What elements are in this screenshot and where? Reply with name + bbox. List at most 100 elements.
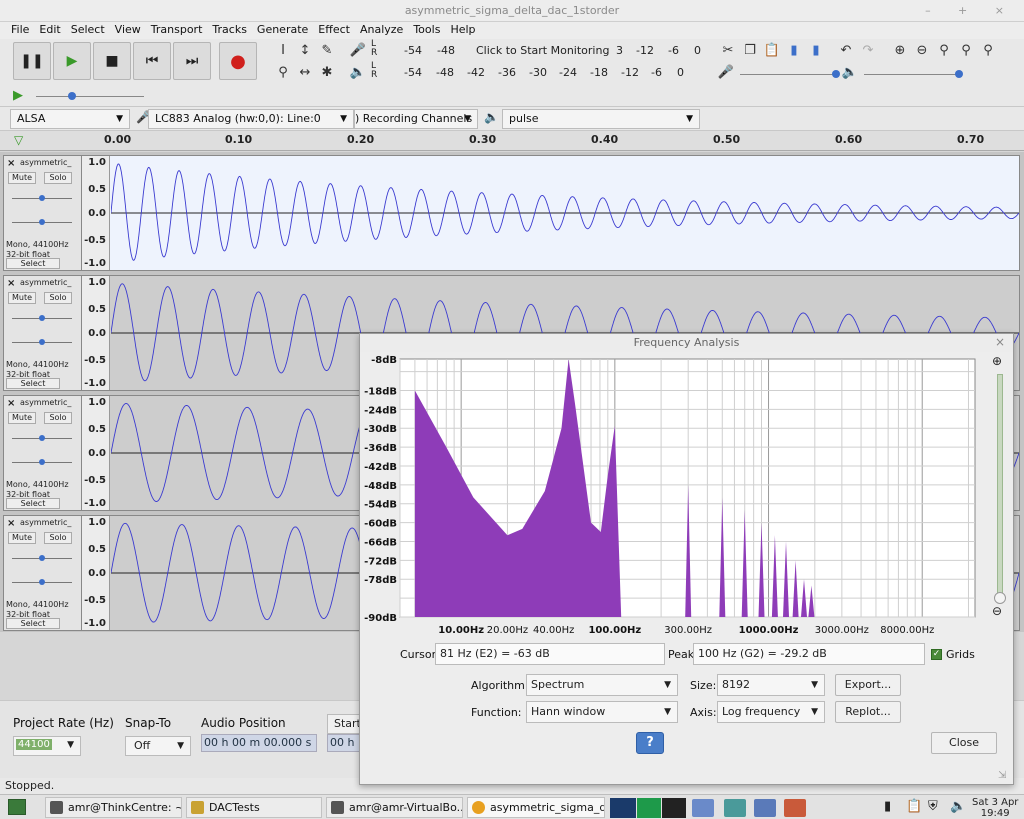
menu-tracks[interactable]: Tracks [207, 22, 252, 39]
gain-knob[interactable] [39, 555, 45, 561]
redo-icon[interactable]: ↷ [858, 41, 878, 61]
audio-position-field[interactable]: 00 h 00 m 00.000 s [201, 734, 317, 752]
taskbar-item-terminal-2[interactable]: amr@amr-VirtualBo... [326, 797, 463, 818]
zoom-out-icon[interactable]: ⊖ [992, 604, 1002, 618]
multi-tool-icon[interactable]: ✱ [317, 63, 337, 83]
taskbar-item-folder[interactable]: DACTests [186, 797, 322, 818]
track-name-menu[interactable]: asymmetric_ [20, 518, 71, 527]
paste-icon[interactable]: 📋 [762, 41, 782, 61]
taskbar-item-audacity[interactable]: asymmetric_sigma_d... [467, 797, 605, 818]
menu-effect[interactable]: Effect [313, 22, 355, 39]
play-at-speed-icon[interactable]: ▶ [8, 86, 28, 106]
vertical-zoom-knob[interactable] [994, 592, 1006, 604]
selection-tool-icon[interactable]: I [273, 41, 293, 61]
play-speed-slider[interactable] [36, 96, 144, 97]
start-menu-icon[interactable] [8, 799, 26, 815]
timeshift-tool-icon[interactable]: ↔ [295, 63, 315, 83]
menu-help[interactable]: Help [445, 22, 480, 39]
solo-button[interactable]: Solo [44, 172, 72, 184]
cut-icon[interactable]: ✂ [718, 41, 738, 61]
track-name-menu[interactable]: asymmetric_ [20, 278, 71, 287]
app-launcher-icon[interactable] [692, 799, 714, 817]
close-icon[interactable]: × [7, 398, 15, 409]
recording-channels-select[interactable]: ) Recording Channels ▼ [354, 109, 478, 129]
undo-icon[interactable]: ↶ [836, 41, 856, 61]
shield-icon[interactable]: ⛨ [928, 799, 938, 814]
mute-button[interactable]: Mute [8, 412, 36, 424]
track-select-button[interactable]: Select [6, 378, 60, 389]
play-button[interactable]: ▶ [53, 42, 91, 80]
clipboard-icon[interactable]: 📋 [906, 799, 922, 814]
play-speed-knob[interactable] [68, 92, 76, 100]
mute-button[interactable]: Mute [8, 532, 36, 544]
app-launcher-icon[interactable] [784, 799, 806, 817]
snap-to-select[interactable]: Off ▼ [125, 736, 191, 756]
skip-start-button[interactable]: ⏮ [133, 42, 171, 80]
menu-file[interactable]: File [6, 22, 34, 39]
playback-volume-knob[interactable] [955, 70, 963, 78]
fit-project-icon[interactable]: ⚲ [956, 41, 976, 61]
menu-analyze[interactable]: Analyze [355, 22, 408, 39]
close-icon[interactable]: × [7, 278, 15, 289]
gain-knob[interactable] [39, 435, 45, 441]
export-button[interactable]: Export... [835, 674, 901, 696]
track-select-button[interactable]: Select [6, 258, 60, 269]
playback-volume-slider[interactable] [864, 74, 962, 75]
window-controls[interactable]: – + × [925, 0, 1016, 22]
selection-start-field[interactable]: 00 h [327, 734, 363, 752]
waveform[interactable] [111, 156, 1019, 270]
pan-knob[interactable] [39, 339, 45, 345]
app-launcher-icon[interactable] [724, 799, 746, 817]
pinned-play-head-icon[interactable]: ▽ [14, 133, 23, 147]
zoom-toggle-icon[interactable]: ⚲ [978, 41, 998, 61]
pause-button[interactable]: ❚❚ [13, 42, 51, 80]
algorithm-select[interactable]: Spectrum ▼ [526, 674, 678, 696]
size-select[interactable]: 8192 ▼ [717, 674, 825, 696]
clock[interactable]: Sat 3 Apr 19:49 [972, 797, 1018, 819]
playback-meter[interactable]: -54 -48 -42 -36 -30 -24 -18 -12 -6 0 [404, 66, 704, 79]
menu-select[interactable]: Select [66, 22, 110, 39]
skip-end-button[interactable]: ⏭ [173, 42, 211, 80]
stop-button[interactable]: ■ [93, 42, 131, 80]
solo-button[interactable]: Solo [44, 532, 72, 544]
menu-generate[interactable]: Generate [252, 22, 313, 39]
fit-selection-icon[interactable]: ⚲ [934, 41, 954, 61]
trim-icon[interactable]: ▮ [784, 41, 804, 61]
menu-tools[interactable]: Tools [408, 22, 445, 39]
track-select-button[interactable]: Select [6, 618, 60, 629]
mute-button[interactable]: Mute [8, 292, 36, 304]
mute-button[interactable]: Mute [8, 172, 36, 184]
help-button[interactable]: ? [636, 732, 664, 754]
vertical-zoom-slider[interactable] [997, 374, 1003, 598]
record-device-select[interactable]: LC883 Analog (hw:0,0): Line:0 ▼ [148, 109, 354, 129]
menu-view[interactable]: View [110, 22, 146, 39]
zoom-tool-icon[interactable]: ⚲ [273, 63, 293, 83]
speaker-icon[interactable]: 🔈 [348, 63, 368, 83]
resize-grip-icon[interactable]: ⇲ [998, 770, 1006, 781]
track-name-menu[interactable]: asymmetric_ [20, 398, 71, 407]
close-button[interactable]: Close [931, 732, 997, 754]
envelope-tool-icon[interactable]: ↕ [295, 41, 315, 61]
close-icon[interactable]: × [995, 335, 1005, 349]
gain-knob[interactable] [39, 195, 45, 201]
grids-checkbox[interactable]: ✓ [931, 649, 942, 660]
record-button[interactable]: ● [219, 42, 257, 80]
spectrum-plot[interactable]: -8dB -18dB -24dB -30dB -36dB -42dB -48dB -54dB -… [360, 352, 980, 642]
record-meter[interactable]: -54 -48 Click to Start Monitoring 3 -12 … [404, 44, 704, 57]
close-icon[interactable]: × [7, 158, 15, 169]
replot-button[interactable]: Replot... [835, 701, 901, 723]
project-rate-select[interactable]: 44100 ▼ [13, 736, 81, 756]
function-select[interactable]: Hann window ▼ [526, 701, 678, 723]
zoom-in-icon[interactable]: ⊕ [992, 354, 1002, 368]
audio-track[interactable]: × asymmetric_ Mute Solo Mono, 44100Hz 32-… [3, 155, 1020, 271]
taskbar-item-terminal[interactable]: amr@ThinkCentre: ~... [45, 797, 182, 818]
timeline-ruler[interactable]: ▽ 0.00 0.10 0.20 0.30 0.40 0.50 0.60 0.7… [0, 131, 1024, 151]
app-launcher-icon[interactable] [754, 799, 776, 817]
recording-volume-knob[interactable] [832, 70, 840, 78]
zoom-in-icon[interactable]: ⊕ [890, 41, 910, 61]
recording-volume-slider[interactable] [740, 74, 838, 75]
draw-tool-icon[interactable]: ✎ [317, 41, 337, 61]
silence-icon[interactable]: ▮ [806, 41, 826, 61]
signal-icon[interactable]: ▮ [884, 799, 891, 814]
microphone-icon[interactable]: 🎤 [348, 41, 368, 61]
